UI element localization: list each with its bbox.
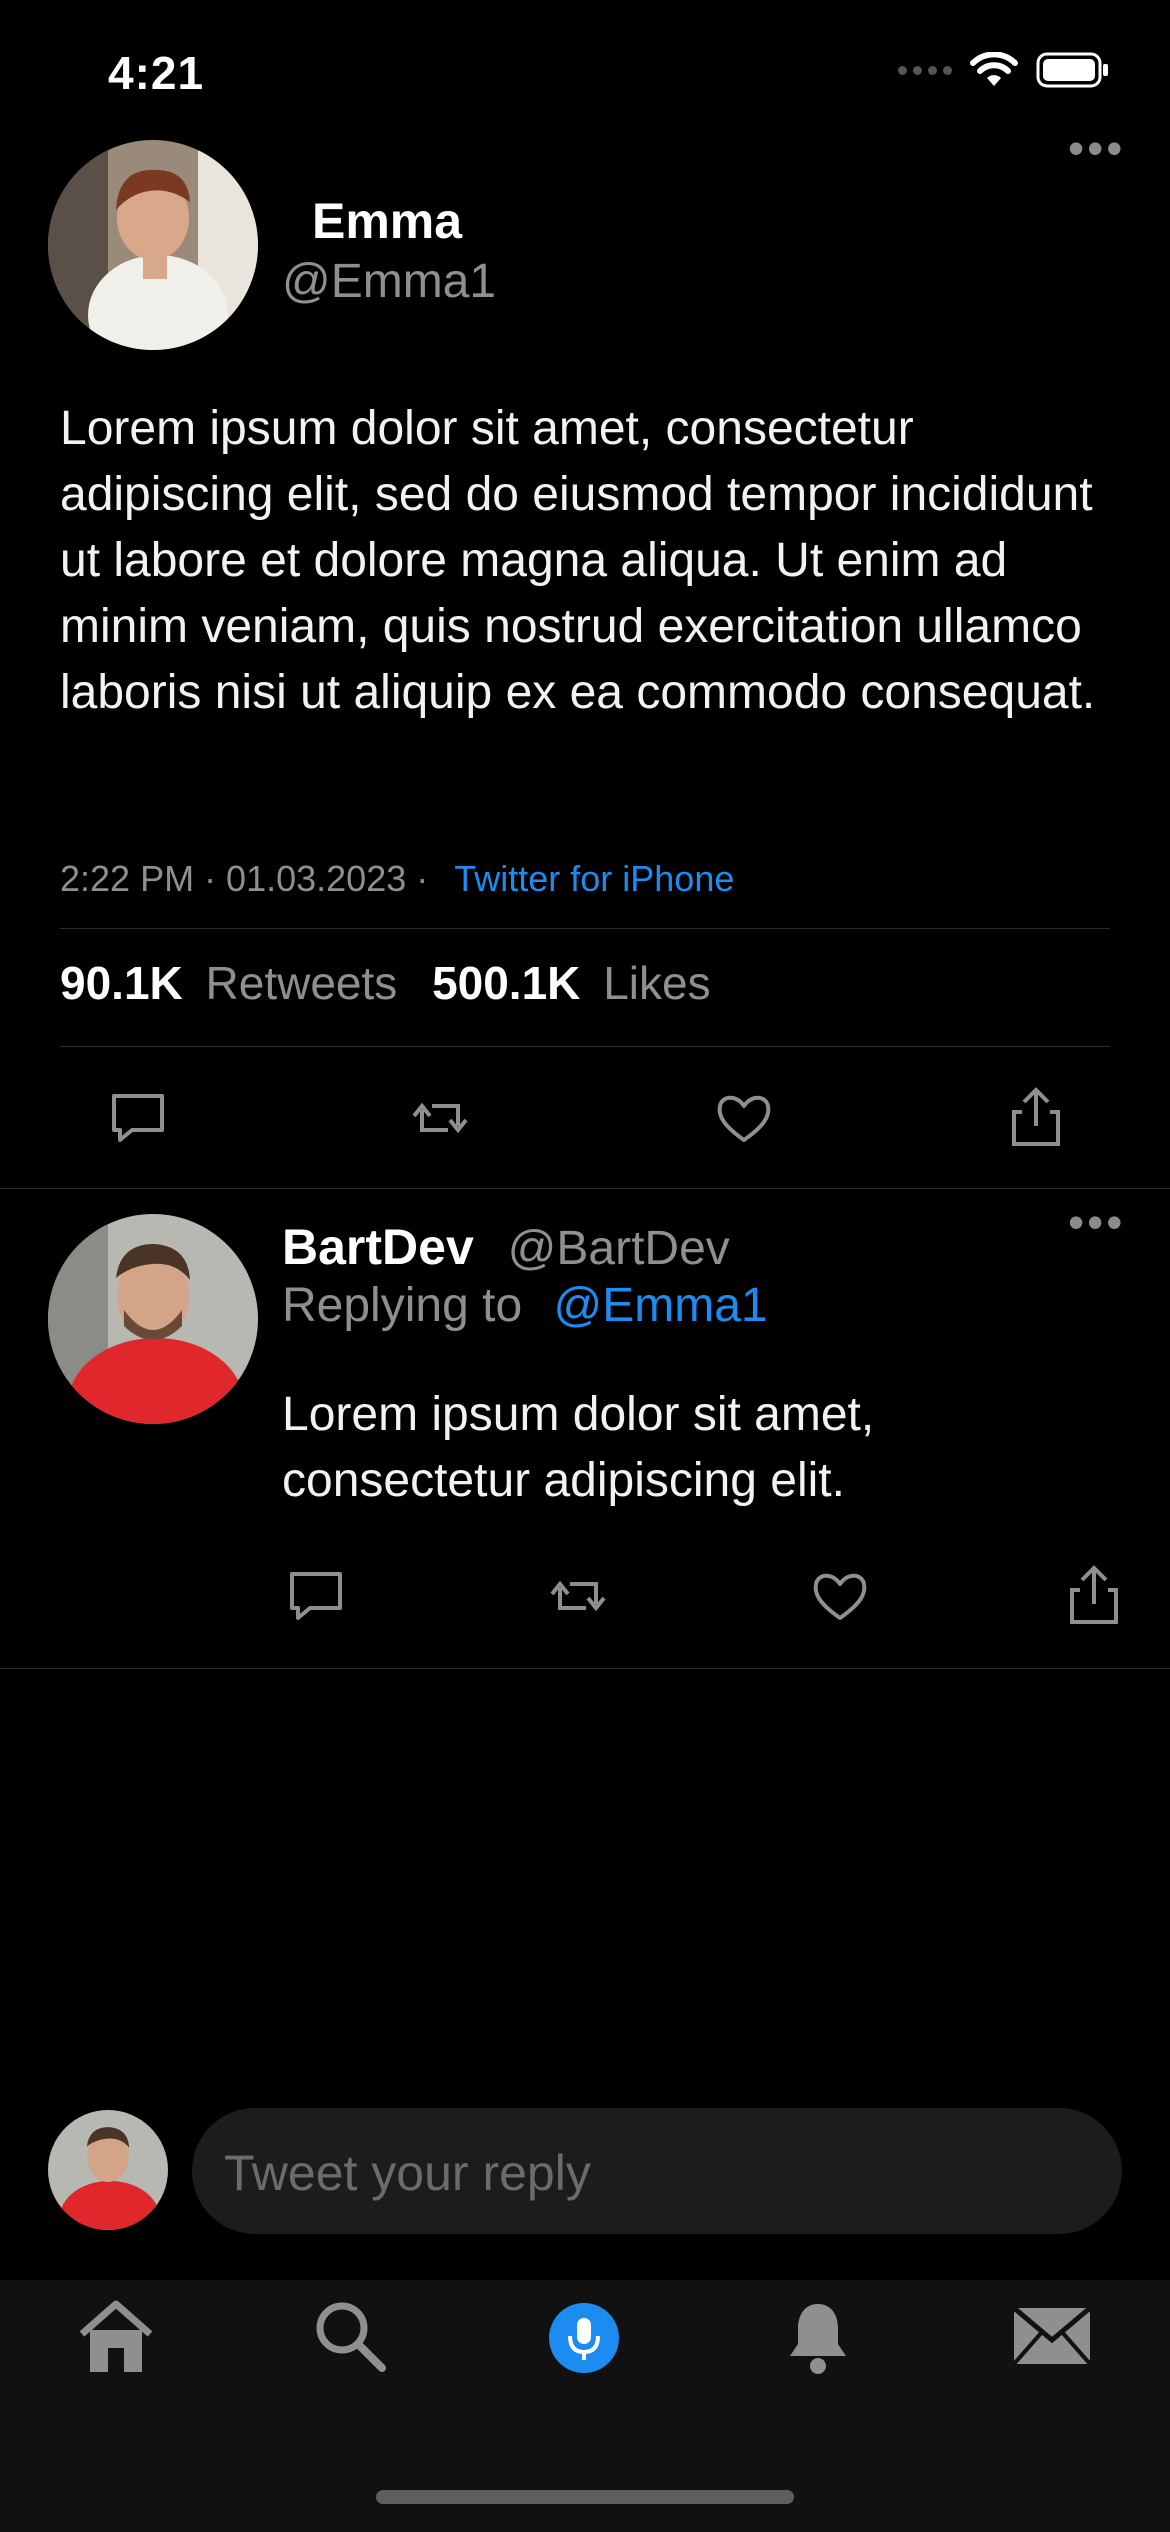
share-icon[interactable]: [1062, 1564, 1126, 1628]
divider: [60, 928, 1110, 929]
author-name[interactable]: Emma: [312, 192, 462, 250]
spaces-mic-icon[interactable]: [548, 2302, 620, 2374]
tweet-stats: 90.1K Retweets 500.1K Likes: [60, 956, 711, 1010]
like-heart-icon[interactable]: [712, 1086, 776, 1150]
avatar-bartdev[interactable]: [48, 1214, 258, 1424]
home-icon[interactable]: [74, 2296, 158, 2376]
cellular-signal-icon: [898, 65, 952, 75]
likes-label[interactable]: Likes: [603, 957, 710, 1009]
notifications-bell-icon[interactable]: [790, 2304, 846, 2356]
tweet-reply-input[interactable]: Tweet your reply: [192, 2108, 1122, 2234]
reply-icon[interactable]: [284, 1564, 348, 1628]
tweet-source-link[interactable]: Twitter for iPhone: [454, 858, 734, 899]
search-icon[interactable]: [312, 2298, 388, 2374]
wifi-icon: [970, 52, 1018, 86]
divider: [60, 1046, 1110, 1047]
reply-placeholder: Tweet your reply: [224, 2145, 591, 2201]
replying-to-handle-link[interactable]: @Emma1: [553, 1279, 767, 1332]
replying-to: Replying to @Emma1: [282, 1278, 768, 1333]
retweets-label[interactable]: Retweets: [206, 957, 398, 1009]
reply-text: Lorem ipsum dolor sit amet, consectetur …: [282, 1388, 875, 1507]
tweet-timestamp: 2:22 PM · 01.03.2023 ·: [60, 858, 429, 899]
tweet-text: Lorem ipsum dolor sit amet, consectetur …: [60, 402, 1096, 719]
replying-to-label: Replying to: [282, 1279, 523, 1332]
battery-icon: [1036, 52, 1108, 88]
reply-author: BartDev @BartDev: [282, 1218, 730, 1276]
divider: [0, 1668, 1170, 1669]
tweet-more-button[interactable]: •••: [1068, 125, 1125, 171]
avatar-emma[interactable]: [48, 140, 258, 350]
messages-envelope-icon[interactable]: [1012, 2306, 1092, 2366]
home-indicator: [376, 2490, 794, 2504]
divider: [0, 1188, 1170, 1189]
likes-count[interactable]: 500.1K: [432, 957, 580, 1009]
reply-author-name[interactable]: BartDev: [282, 1219, 474, 1275]
reply-more-button[interactable]: •••: [1068, 1199, 1125, 1245]
tweet-meta: 2:22 PM · 01.03.2023 · Twitter for iPhon…: [60, 858, 734, 900]
share-icon[interactable]: [1004, 1086, 1068, 1150]
retweet-icon[interactable]: [408, 1086, 472, 1150]
reply-icon[interactable]: [106, 1086, 170, 1150]
retweet-icon[interactable]: [546, 1564, 610, 1628]
status-icons: [898, 52, 1110, 88]
like-heart-icon[interactable]: [808, 1564, 872, 1628]
status-time: 4:21: [108, 47, 205, 99]
reply-author-handle[interactable]: @BartDev: [508, 1222, 730, 1275]
composer-avatar[interactable]: [48, 2110, 168, 2230]
retweets-count[interactable]: 90.1K: [60, 957, 183, 1009]
author-handle[interactable]: @Emma1: [282, 254, 496, 309]
